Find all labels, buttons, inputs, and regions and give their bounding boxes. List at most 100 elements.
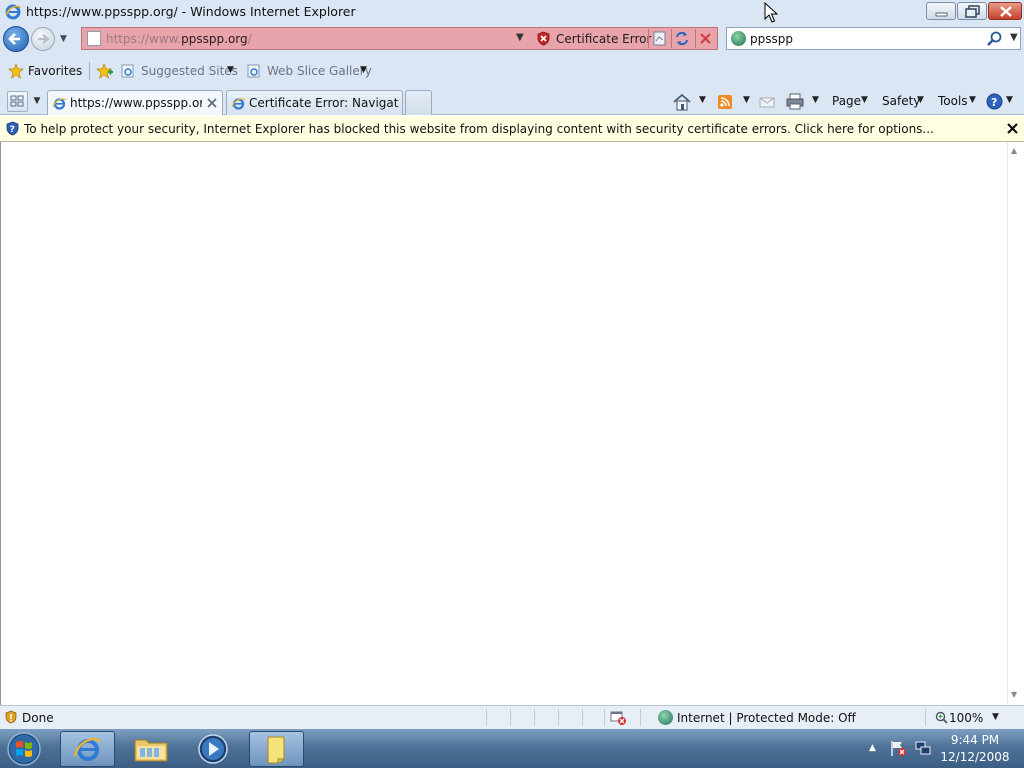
notes-icon [267,736,285,764]
back-button[interactable] [3,26,29,52]
action-center-flag-icon[interactable] [889,739,907,757]
favorites-button[interactable]: Favorites [6,61,86,81]
scroll-up-arrow-icon[interactable]: ▲ [1011,146,1017,155]
help-dropdown-icon[interactable]: ▼ [1006,95,1013,105]
close-icon[interactable] [1006,122,1019,135]
taskbar-windows-explorer-button[interactable] [124,731,178,767]
url-domain: ppsspp.org [181,32,248,46]
address-dropdown-icon[interactable]: ▼ [516,32,524,43]
print-dropdown-icon[interactable]: ▼ [812,95,819,105]
navigation-bar: ▼ https://www.ppsspp.org/ ▼ Certificate … [0,24,1024,56]
shield-question-icon: ? [6,121,19,136]
search-options-dropdown-icon[interactable]: ▼ [1010,32,1018,43]
safety-menu-dropdown-icon: ▼ [917,95,924,105]
page-content-area[interactable] [0,142,1007,705]
close-window-button[interactable] [988,2,1022,20]
page-menu[interactable]: Page ▼ [832,93,872,111]
mail-icon [759,97,775,108]
safety-menu-label: Safety [882,94,921,108]
restore-button[interactable] [957,2,987,20]
zoom-icon[interactable] [935,711,948,724]
home-icon [673,93,691,111]
search-box[interactable]: ppsspp ▼ [726,27,1021,50]
address-bar[interactable]: https://www.ppsspp.org/ ▼ Certificate Er… [81,27,718,50]
scroll-down-arrow-icon[interactable]: ▼ [1011,690,1017,699]
security-zone-text[interactable]: Internet | Protected Mode: Off [677,711,856,725]
clock-time[interactable]: 9:44 PM [938,733,1012,747]
tab-list-dropdown-icon[interactable]: ▼ [30,91,44,112]
print-button[interactable]: ▼ [786,93,822,111]
feeds-dropdown-icon[interactable]: ▼ [743,95,750,105]
search-icon[interactable] [986,30,1004,47]
taskbar-media-player-button[interactable] [186,731,240,767]
add-to-favorites-bar-icon[interactable] [96,63,114,79]
start-button-windows-logo-icon[interactable] [4,731,44,767]
status-separator [925,709,926,726]
compatibility-view-icon [653,31,666,46]
information-bar-message[interactable]: To help protect your security, Internet … [24,122,934,136]
safety-menu[interactable]: Safety ▼ [882,93,928,111]
svg-text:?: ? [991,96,997,109]
compatibility-view-button[interactable] [648,29,669,48]
information-bar[interactable]: ? To help protect your security, Interne… [0,116,1024,142]
url-prefix: https://www. [106,32,182,46]
address-input[interactable]: https://www.ppsspp.org/ [106,32,252,46]
printer-icon [786,93,804,110]
web-slice-gallery-item[interactable]: Web Slice Gallery ▼ [247,64,372,80]
ie-page-icon [121,64,134,78]
restore-icon [965,5,980,18]
tools-menu-dropdown-icon: ▼ [969,95,976,105]
taskbar-internet-explorer-button[interactable] [60,731,115,767]
vertical-scrollbar[interactable]: ▲ ▼ [1007,142,1024,705]
new-tab-button[interactable] [405,90,432,115]
status-bar: Done Internet | Protected Mode: Off 100%… [0,705,1024,729]
tab-label: Certificate Error: Navigatio... [249,96,399,110]
home-dropdown-icon[interactable]: ▼ [699,95,706,105]
close-icon [1000,6,1012,17]
forward-arrow-icon [38,34,50,44]
zoom-level[interactable]: 100% [949,711,983,725]
recent-pages-dropdown-icon[interactable]: ▼ [60,34,67,44]
network-icon[interactable] [914,739,932,757]
help-button[interactable]: ? ▼ [986,93,1016,111]
page-icon [87,31,101,46]
minimize-button[interactable] [926,2,956,20]
show-hidden-icons-arrow-icon[interactable]: ▲ [869,743,876,753]
favorites-bar: Favorites Suggested Sites ▼ Web Slice Ga… [0,56,1024,87]
search-provider-icon[interactable] [731,31,746,46]
status-separator [510,709,511,726]
shield-error-icon [537,31,550,46]
page-menu-label: Page [832,94,862,108]
close-tab-icon[interactable] [205,96,219,110]
favorites-label: Favorites [28,64,83,78]
certificate-error-button[interactable]: Certificate Error [536,31,651,47]
suggested-sites-dropdown-icon[interactable]: ▼ [227,65,234,75]
read-mail-button[interactable] [759,93,777,111]
feeds-button[interactable]: ▼ [717,93,753,111]
tools-menu-label: Tools [938,94,968,108]
home-button[interactable]: ▼ [672,93,710,111]
forward-button[interactable] [31,27,55,51]
media-player-icon [198,734,228,764]
popup-blocked-icon[interactable] [610,710,627,726]
back-arrow-icon [8,33,20,45]
rss-feed-icon [718,95,732,109]
search-input[interactable]: ppsspp [750,32,793,46]
favorites-star-icon [8,63,24,79]
refresh-button[interactable] [671,29,692,48]
status-separator [486,709,487,726]
status-separator [534,709,535,726]
quick-tabs-button[interactable] [7,91,28,112]
web-slice-gallery-dropdown-icon[interactable]: ▼ [360,65,367,75]
zoom-dropdown-icon[interactable]: ▼ [992,712,999,722]
clock-date[interactable]: 12/12/2008 [938,750,1012,764]
suggested-sites-item[interactable]: Suggested Sites ▼ [121,64,238,80]
taskbar-sticky-notes-button[interactable] [249,731,304,767]
shield-warning-icon [5,710,17,724]
tools-menu[interactable]: Tools ▼ [938,93,980,111]
tab-ppsspp[interactable]: https://www.ppsspp.or... [47,90,223,115]
favorites-separator [89,62,90,80]
taskbar: ▲ 9:44 PM 12/12/2008 [0,729,1024,768]
tab-certificate-error[interactable]: Certificate Error: Navigatio... [226,90,403,115]
stop-button[interactable] [695,29,716,48]
